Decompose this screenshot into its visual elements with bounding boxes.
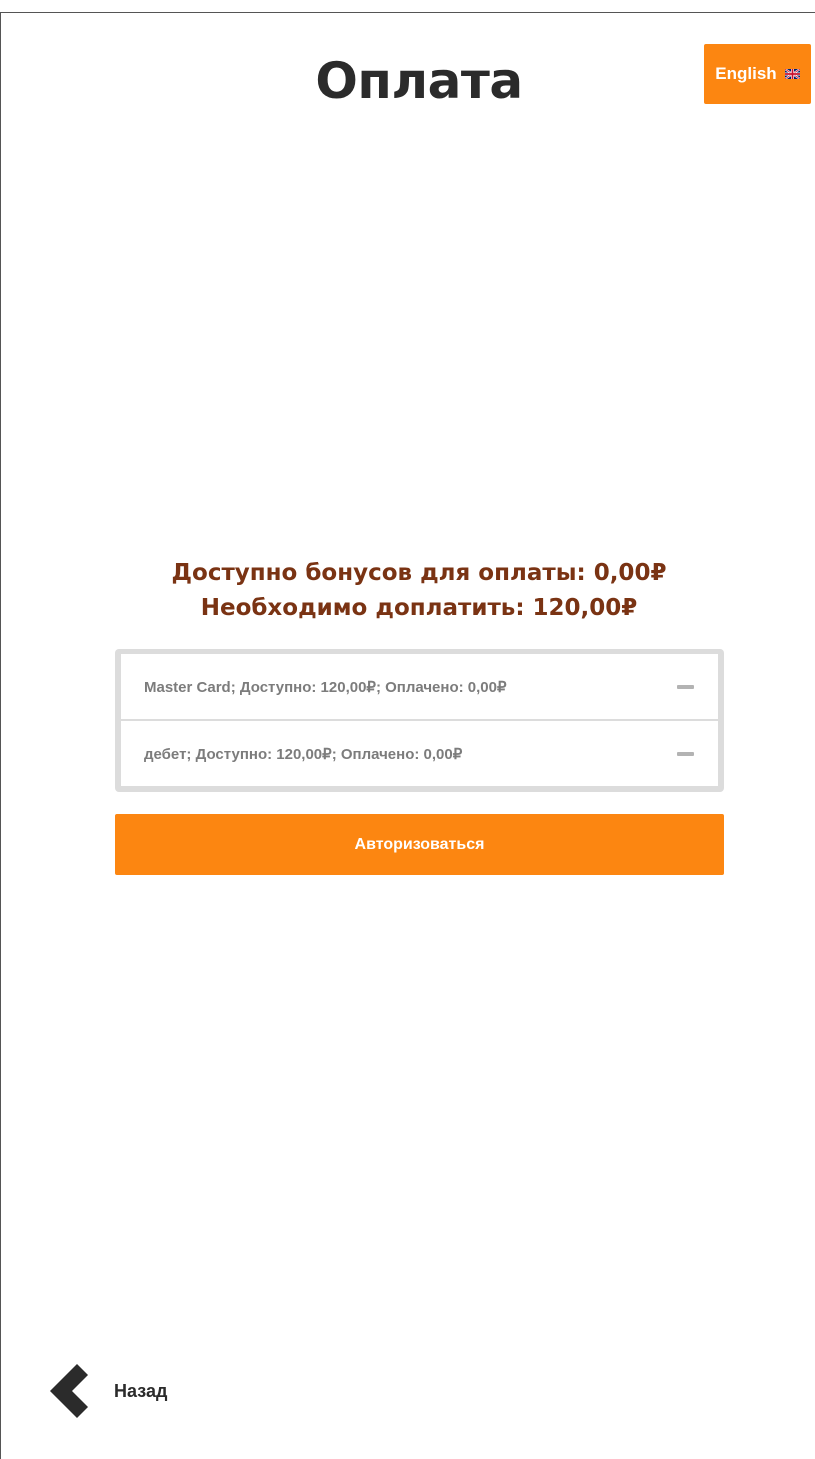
back-label: Назад [114,1380,168,1401]
amount-due-text: Необходимо доплатить: 120,00₽ [200,595,638,621]
back-button[interactable]: Назад [50,1360,167,1422]
bonus-available-text: Доступно бонусов для оплаты: 0,00₽ [171,560,667,586]
page-title: Оплата [315,52,523,110]
chevron-left-icon [50,1364,88,1418]
authorize-button[interactable]: Авторизоваться [115,814,724,875]
payment-method-row[interactable]: Master Card; Доступно: 120,00₽; Оплачено… [121,654,718,719]
payment-method-row[interactable]: дебет; Доступно: 120,00₽; Оплачено: 0,00… [121,721,718,786]
uk-flag-icon [784,68,801,80]
minus-icon[interactable] [677,751,694,756]
language-button[interactable]: English [704,44,811,104]
payment-methods-list: Master Card; Доступно: 120,00₽; Оплачено… [115,649,724,792]
payment-summary: Доступно бонусов для оплаты: 0,00₽ Необх… [0,556,815,626]
payment-method-label: дебет; Доступно: 120,00₽; Оплачено: 0,00… [144,745,463,763]
language-button-label: English [715,64,777,83]
minus-icon[interactable] [677,684,694,689]
payment-method-label: Master Card; Доступно: 120,00₽; Оплачено… [144,678,507,696]
